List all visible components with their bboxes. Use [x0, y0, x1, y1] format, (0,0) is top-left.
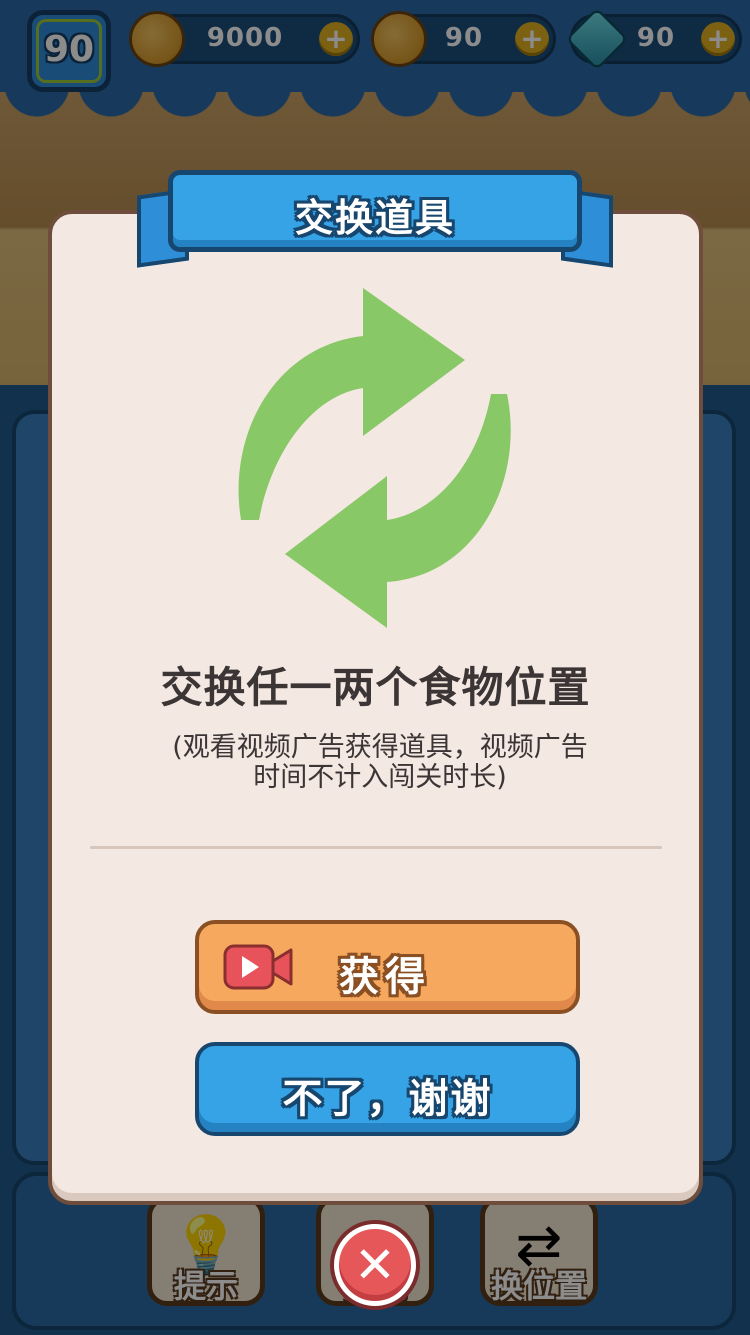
dialog-title-ribbon: 交换道具 — [168, 170, 582, 252]
divider — [90, 846, 662, 849]
decline-label: 不了，谢谢 — [282, 1076, 493, 1122]
close-icon: ✕ — [354, 1236, 396, 1294]
get-item-label: 获得 — [339, 954, 431, 1000]
dialog-subtext: (观看视频广告获得道具，视频广告 时间不计入闯关时长) — [140, 733, 620, 793]
subtext-line-1: (观看视频广告获得道具，视频广告 — [172, 732, 588, 763]
close-button[interactable]: ✕ — [334, 1224, 416, 1306]
dialog-headline: 交换任一两个食物位置 — [160, 663, 591, 712]
video-camera-icon — [223, 944, 293, 990]
subtext-line-2: 时间不计入闯关时长) — [253, 762, 507, 793]
swap-arrows-icon — [238, 288, 511, 628]
get-item-button[interactable]: 获得 — [195, 920, 580, 1014]
decline-button[interactable]: 不了，谢谢 — [195, 1042, 580, 1136]
dialog-title: 交换道具 — [294, 196, 455, 240]
